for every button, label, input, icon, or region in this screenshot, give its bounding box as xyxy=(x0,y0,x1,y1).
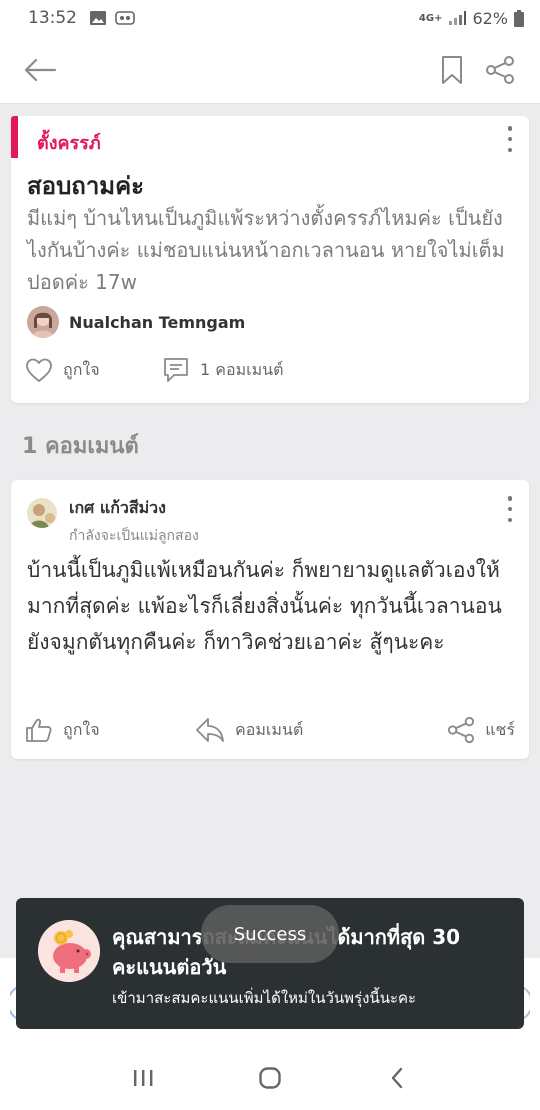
piggy-bank-icon xyxy=(38,920,100,982)
comment-actions: ถูกใจ คอมเมนต์ แชร์ xyxy=(25,716,515,744)
heart-icon xyxy=(26,358,52,382)
comment-author-name[interactable]: เกศ แก้วสีม่วง xyxy=(69,496,199,521)
chevron-left-icon xyxy=(391,1067,402,1089)
network-type: 4G+ xyxy=(418,12,443,24)
post-like-button[interactable]: ถูกใจ xyxy=(25,357,162,383)
recent-apps-icon xyxy=(134,1070,153,1086)
comment-avatar[interactable] xyxy=(27,498,57,528)
post-comment-label: 1 คอมเมนต์ xyxy=(200,359,284,379)
share-icon xyxy=(486,55,514,84)
comments-header: 1 คอมเมนต์ xyxy=(22,434,139,459)
status-bar: 13:52 4G+ 62% xyxy=(0,0,540,36)
post-like-label: ถูกใจ xyxy=(63,359,100,379)
comment-reply-button[interactable]: คอมเมนต์ xyxy=(195,716,435,744)
status-time: 13:52 xyxy=(28,8,77,28)
system-back-button[interactable] xyxy=(375,1056,419,1100)
comment-share-label: แชร์ xyxy=(485,719,515,739)
system-nav-bar xyxy=(0,1046,540,1110)
app-badge-icon xyxy=(115,11,135,25)
success-snackbar: Success xyxy=(201,905,339,963)
back-button[interactable] xyxy=(18,48,62,92)
comment-share-button[interactable]: แชร์ xyxy=(447,716,515,744)
status-notification-icons xyxy=(89,10,135,26)
signal-icon xyxy=(449,11,467,25)
bookmark-icon xyxy=(442,55,462,84)
home-button[interactable] xyxy=(248,1056,292,1100)
author-avatar[interactable] xyxy=(27,306,59,338)
reply-icon xyxy=(196,718,224,742)
comment-author[interactable]: เกศ แก้วสีม่วง กำลังจะเป็นแม่ลูกสอง xyxy=(27,496,199,547)
post-body: มีแม่ๆ บ้านไหนเป็นภูมิแพ้ระหว่างตั้งครรภ… xyxy=(27,206,505,294)
post-author[interactable]: Nualchan Temngam xyxy=(27,306,245,338)
comment-body: บ้านนี้เป็นภูมิแพ้เหมือนกันค่ะ ก็พยายามด… xyxy=(27,558,502,654)
battery-icon xyxy=(514,9,524,27)
recent-apps-button[interactable] xyxy=(121,1056,165,1100)
toast-subtitle: เข้ามาสะสมคะแนนเพิ่มได้ใหม่ในวันพรุ่งนี้… xyxy=(112,989,417,1007)
thumbs-up-icon xyxy=(26,718,52,742)
comment-reply-label: คอมเมนต์ xyxy=(235,719,304,739)
comment-like-label: ถูกใจ xyxy=(63,719,100,739)
battery-percent: 62% xyxy=(472,8,508,28)
post-comment-button[interactable]: 1 คอมเมนต์ xyxy=(162,356,283,384)
post-card: ตั้งครรภ์ สอบถามค่ะ มีแม่ๆ บ้านไหนเป็นภู… xyxy=(11,116,529,403)
gallery-icon xyxy=(90,11,106,25)
comment-like-button[interactable]: ถูกใจ xyxy=(25,717,195,743)
app-bar xyxy=(0,36,540,104)
share-icon xyxy=(448,716,475,744)
post-actions: ถูกใจ 1 คอมเมนต์ xyxy=(25,356,283,384)
post-category-tag[interactable]: ตั้งครรภ์ xyxy=(37,128,101,157)
comment-more-menu-icon[interactable] xyxy=(505,496,515,522)
post-title: สอบถามค่ะ xyxy=(27,172,145,200)
bookmark-button[interactable] xyxy=(430,48,474,92)
post-more-menu-icon[interactable] xyxy=(505,126,515,152)
comment-icon xyxy=(164,358,188,382)
category-accent-bar xyxy=(11,116,18,158)
home-icon xyxy=(259,1067,281,1089)
comment-author-subtitle: กำลังจะเป็นแม่ลูกสอง xyxy=(69,528,199,544)
comment-card: เกศ แก้วสีม่วง กำลังจะเป็นแม่ลูกสอง บ้าน… xyxy=(11,480,529,759)
share-button[interactable] xyxy=(478,48,522,92)
back-arrow-icon xyxy=(24,58,57,81)
author-name[interactable]: Nualchan Temngam xyxy=(69,313,245,332)
